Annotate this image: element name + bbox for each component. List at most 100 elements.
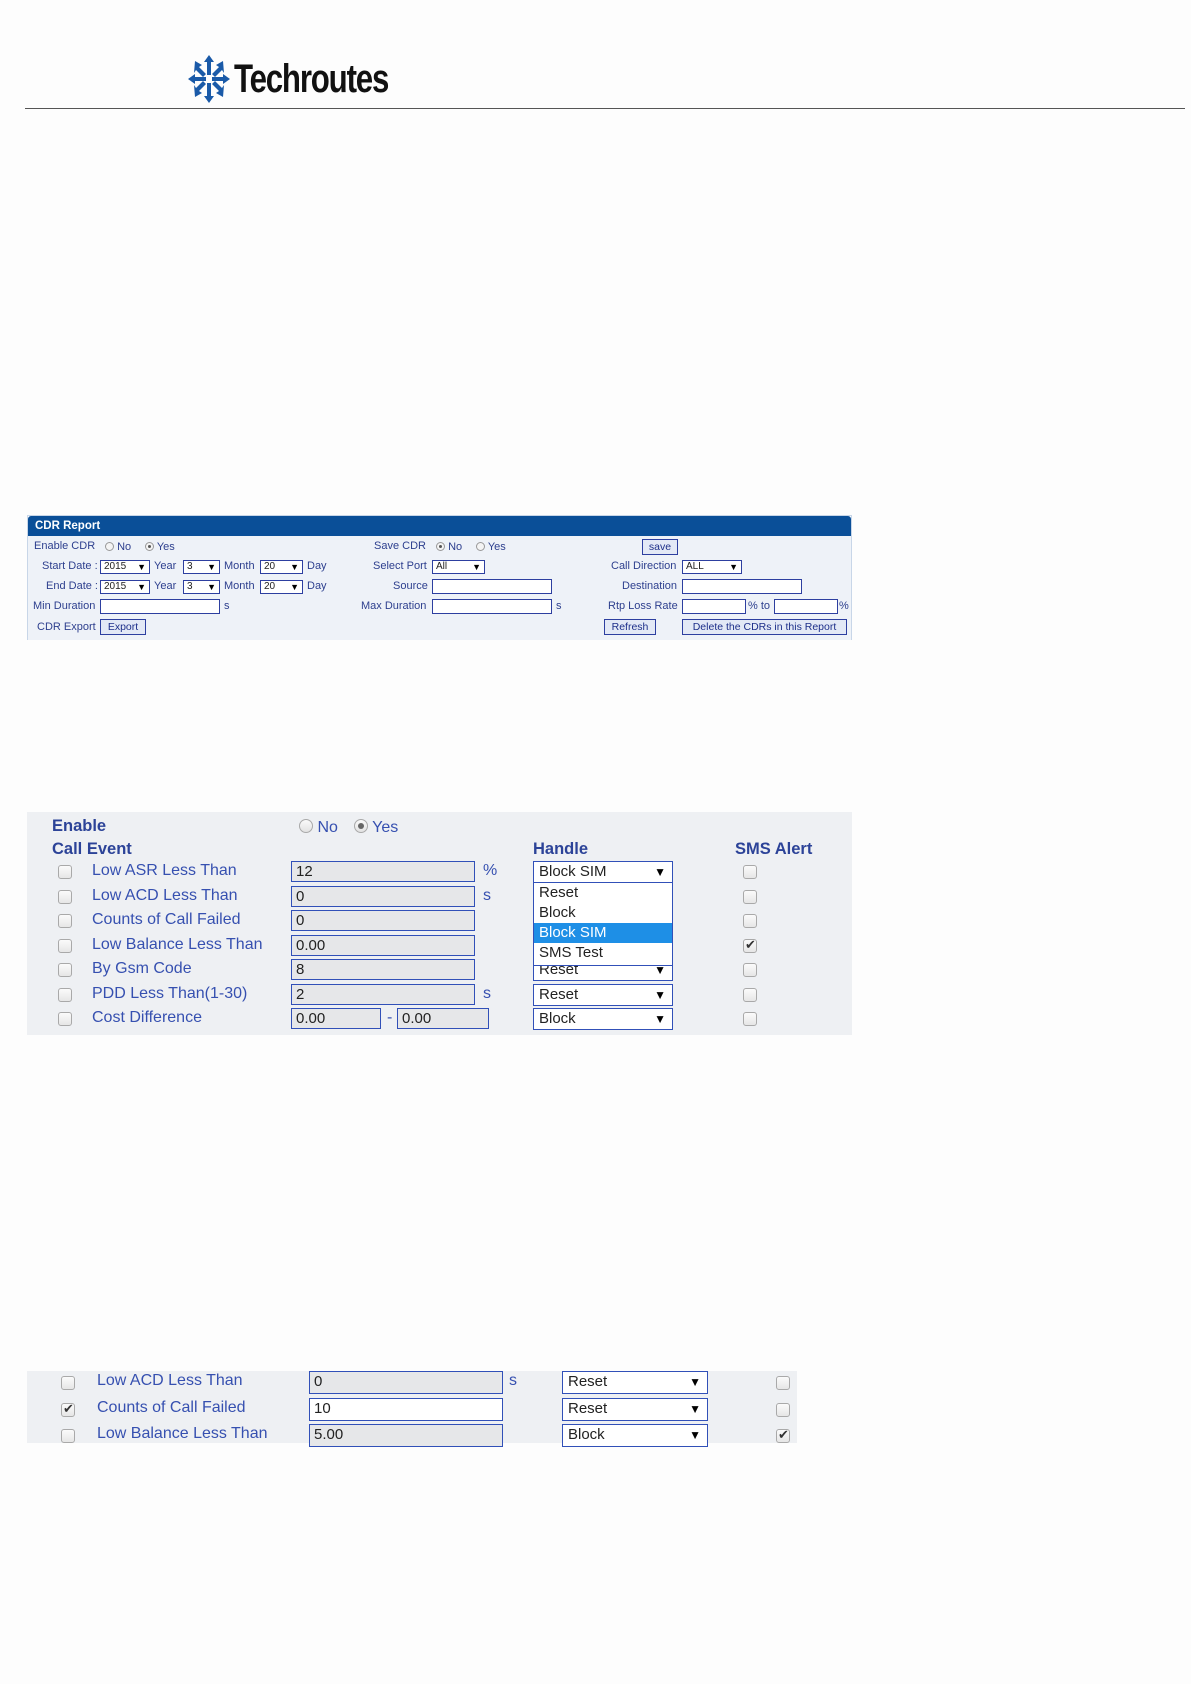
pdd-less-than-1-30-handle-value: Reset [539,985,579,1003]
rtp-loss-to-input[interactable] [774,599,838,614]
enable-no-radio[interactable] [299,819,313,833]
handle-option-reset[interactable]: Reset [534,883,672,903]
enable-yes-radio[interactable] [354,819,368,833]
chevron-down-icon: ▼ [137,582,146,592]
save-cdr-no-option[interactable]: No [436,541,462,553]
end-day-select[interactable]: 20 ▼ [260,580,303,594]
save-button[interactable]: save [642,539,678,555]
start-month-select[interactable]: 3 ▼ [183,560,220,574]
cdr-report-panel: CDR Report Enable CDR No Yes Save CDR No… [27,515,852,640]
brand-name: Techroutes [234,57,389,101]
counts-of-call-failed-checkbox[interactable] [58,914,72,928]
low-balance-less-than-input[interactable]: 0.00 [291,934,475,956]
cost-difference-separator: - [387,1009,393,1026]
enable-cdr-yes-option[interactable]: Yes [145,541,175,553]
low-acd-less-than-sms-checkbox[interactable] [743,889,757,904]
low-asr-less-than-sms-checkbox[interactable] [743,865,757,879]
chevron-down-icon: ▼ [654,865,666,879]
low-acd-less-than-label: Low ACD Less Than [97,1372,243,1389]
low-acd-less-than-sms-checkbox[interactable] [776,1376,790,1390]
enable-label: Enable [52,817,107,835]
min-duration-label: Min Duration [33,600,96,612]
save-cdr-yes-option[interactable]: Yes [476,541,506,553]
cost-difference-handle-select[interactable]: Block ▼ [533,1008,673,1030]
pdd-less-than-1-30-input[interactable]: 2 [291,983,475,1005]
low-balance-less-than-label: Low Balance Less Than [92,935,263,953]
max-duration-input[interactable] [432,599,552,614]
rtp-loss-from-input[interactable] [682,599,746,614]
save-cdr-yes-radio[interactable] [476,542,485,551]
enable-no-option[interactable]: No [299,819,338,837]
low-acd-less-than-handle-select[interactable]: Reset ▼ [562,1371,708,1394]
save-cdr-label: Save CDR [374,540,426,552]
low-acd-less-than-input[interactable]: 0 [309,1371,503,1394]
end-year-select[interactable]: 2015 ▼ [100,580,150,594]
cost-difference-to-input[interactable]: 0.00 [397,1008,489,1029]
chevron-down-icon: ▼ [654,987,666,1002]
min-duration-input[interactable] [100,599,220,614]
low-balance-less-than-sms-checkbox[interactable] [776,1427,790,1443]
chevron-down-icon: ▼ [472,562,481,572]
low-asr-less-than-checkbox[interactable] [58,865,72,879]
start-year-select[interactable]: 2015 ▼ [100,560,150,574]
low-asr-less-than-handle-select[interactable]: Block SIM ▼ [533,861,673,883]
delete-cdrs-button[interactable]: Delete the CDRs in this Report [682,619,847,635]
enable-yes-option[interactable]: Yes [354,819,398,837]
pdd-less-than-1-30-sms-checkbox[interactable] [743,987,757,1002]
select-port-label: Select Port [373,560,427,572]
counts-of-call-failed-label: Counts of Call Failed [92,911,241,928]
chevron-down-icon: ▼ [207,582,216,592]
handle-option-block-sim[interactable]: Block SIM [534,923,672,943]
low-balance-less-than-handle-select[interactable]: Block ▼ [562,1424,708,1447]
by-gsm-code-input[interactable]: 8 [291,959,475,980]
source-input[interactable] [432,579,552,594]
low-balance-less-than-sms-checkbox[interactable] [743,937,757,953]
call-direction-select[interactable]: ALL ▼ [682,560,742,574]
cost-difference-handle-value: Block [539,1010,576,1027]
low-balance-less-than-checkbox[interactable] [61,1429,75,1443]
end-year-label: Year [154,580,177,592]
counts-of-call-failed-checkbox[interactable] [61,1401,75,1417]
start-day-select[interactable]: 20 ▼ [260,560,303,574]
handle-option-block[interactable]: Block [534,903,672,923]
destination-input[interactable] [682,579,802,594]
save-cdr-no-radio[interactable] [436,542,445,551]
refresh-button[interactable]: Refresh [604,619,656,635]
min-duration-unit: s [224,600,230,612]
chevron-down-icon: ▼ [207,562,216,572]
low-acd-less-than-checkbox[interactable] [58,889,72,904]
low-balance-less-than-input[interactable]: 5.00 [309,1424,503,1447]
counts-of-call-failed-handle-select[interactable]: Reset ▼ [562,1397,708,1421]
by-gsm-code-checkbox[interactable] [58,963,72,977]
sms-alert-header: SMS Alert [735,840,813,858]
enable-cdr-no-option[interactable]: No [105,541,131,553]
low-asr-less-than-input[interactable]: 12 [291,861,475,882]
counts-of-call-failed-input[interactable]: 0 [291,910,475,931]
cost-difference-checkbox[interactable] [58,1012,72,1026]
select-port-select[interactable]: All ▼ [432,560,485,574]
low-acd-less-than-checkbox[interactable] [61,1376,75,1390]
cost-difference-from-input[interactable]: 0.00 [291,1008,381,1029]
pdd-less-than-1-30-handle-select[interactable]: Reset ▼ [533,983,673,1006]
low-balance-less-than-checkbox[interactable] [58,938,72,953]
handle-option-sms-test[interactable]: SMS Test [534,943,672,963]
enable-cdr-yes-radio[interactable] [145,542,154,551]
low-acd-less-than-label: Low ACD Less Than [92,886,238,904]
counts-of-call-failed-input[interactable]: 10 [309,1397,503,1421]
counts-of-call-failed-sms-checkbox[interactable] [743,914,757,928]
end-month-select[interactable]: 3 ▼ [183,580,220,594]
start-month-label: Month [224,560,255,572]
chevron-down-icon: ▼ [689,1428,701,1442]
techroutes-logo-icon [188,55,230,103]
enable-cdr-no-radio[interactable] [105,542,114,551]
chevron-down-icon: ▼ [290,562,299,572]
low-acd-less-than-input[interactable]: 0 [291,885,475,907]
export-button[interactable]: Export [100,619,146,635]
low-acd-less-than-handle-value: Reset [568,1373,608,1390]
by-gsm-code-sms-checkbox[interactable] [743,963,757,977]
counts-of-call-failed-sms-checkbox[interactable] [776,1402,790,1417]
pdd-less-than-1-30-checkbox[interactable] [58,987,72,1002]
pdd-less-than-1-30-label: PDD Less Than(1-30) [92,984,248,1002]
cost-difference-sms-checkbox[interactable] [743,1012,757,1026]
call-event-panel: Enable No Yes Call Event Handle SMS Aler… [27,812,852,1035]
